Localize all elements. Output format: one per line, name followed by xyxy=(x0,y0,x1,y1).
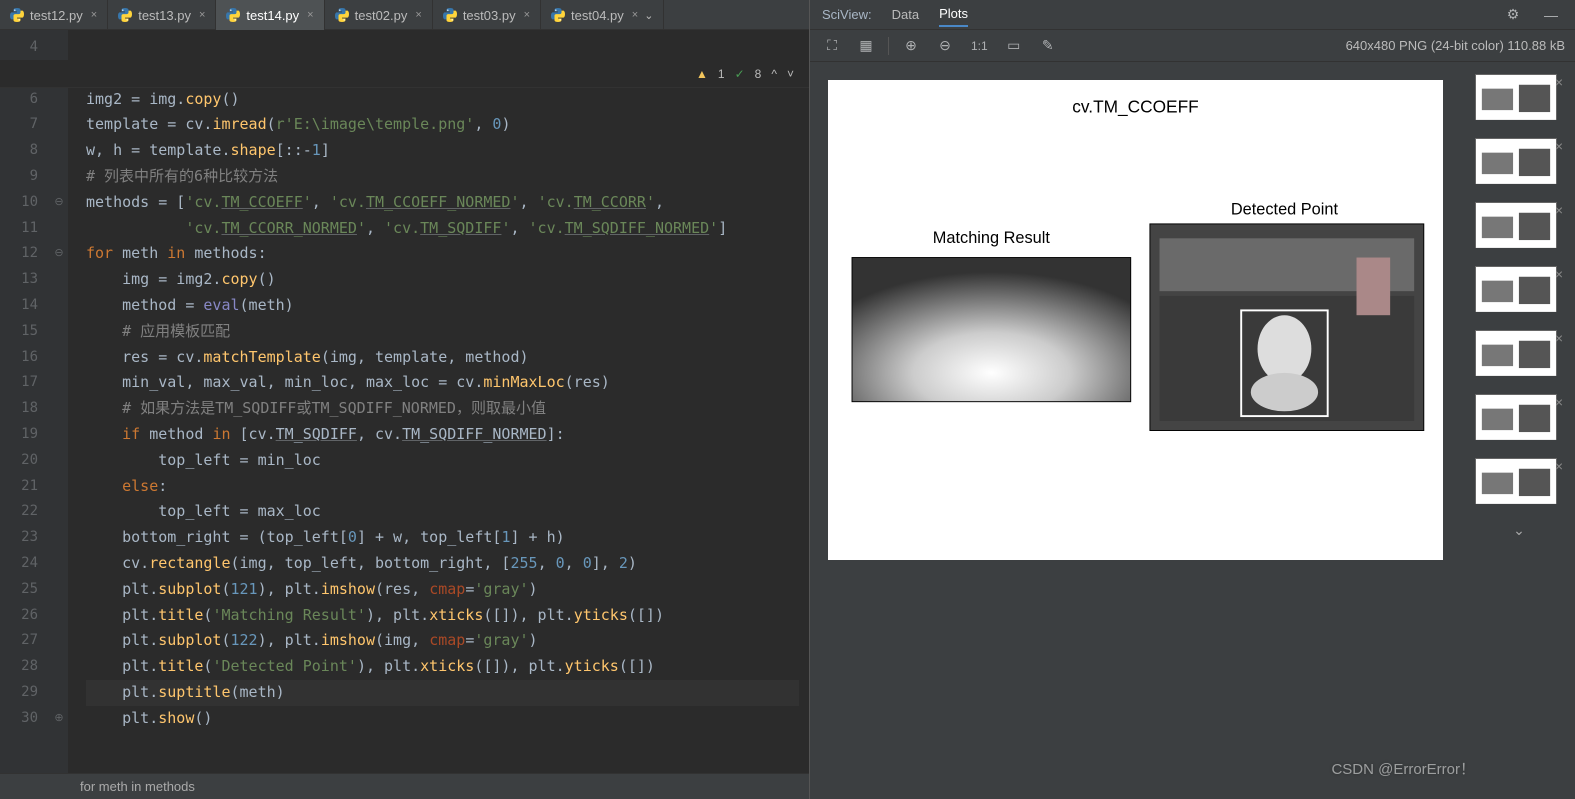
close-icon[interactable]: × xyxy=(415,9,421,21)
close-icon[interactable]: × xyxy=(1555,458,1563,474)
code-line[interactable]: 'cv.TM_CCORR_NORMED', 'cv.TM_SQDIFF', 'c… xyxy=(86,216,799,242)
sciview-label: SciView: xyxy=(822,7,872,22)
grid-icon[interactable]: ▦ xyxy=(854,34,878,58)
code-editor[interactable]: img = cv.imread(r'E:\image\test15.png', … xyxy=(68,30,809,773)
watermark: CSDN @ErrorError！ xyxy=(1331,758,1475,779)
plot-thumbnail[interactable] xyxy=(1475,394,1557,440)
close-icon[interactable]: × xyxy=(1555,394,1563,410)
code-line[interactable]: # 应用模板匹配 xyxy=(86,319,799,345)
code-line[interactable]: plt.show() xyxy=(86,706,799,732)
close-icon[interactable]: × xyxy=(199,9,205,21)
breadcrumbs-bar[interactable]: for meth in methods xyxy=(0,773,809,799)
close-icon[interactable]: × xyxy=(1555,266,1563,282)
code-line[interactable]: bottom_right = (top_left[0] + w, top_lef… xyxy=(86,525,799,551)
matching-result-image xyxy=(852,258,1131,402)
plot-viewport[interactable]: cv.TM_CCOEFF Matching Result Detected Po… xyxy=(810,62,1463,799)
rect-select-icon[interactable]: ▭ xyxy=(1002,34,1026,58)
tab-label: test02.py xyxy=(355,8,408,23)
editor-tab[interactable]: test12.py × xyxy=(0,0,108,30)
code-line[interactable]: plt.title('Detected Point'), plt.xticks(… xyxy=(86,654,799,680)
code-line[interactable]: top_left = max_loc xyxy=(86,499,799,525)
close-icon[interactable]: × xyxy=(91,9,97,21)
tab-label: test13.py xyxy=(138,8,191,23)
code-line[interactable]: top_left = min_loc xyxy=(86,448,799,474)
code-line[interactable]: plt.title('Matching Result'), plt.xticks… xyxy=(86,603,799,629)
close-icon[interactable]: × xyxy=(1555,74,1563,90)
close-icon[interactable]: × xyxy=(632,9,638,21)
code-line[interactable]: img = cv.imread(r'E:\image\test15.png', … xyxy=(86,61,799,87)
tab-label: test14.py xyxy=(246,8,299,23)
plot-right-title: Detected Point xyxy=(1231,200,1339,218)
code-line[interactable]: template = cv.imread(r'E:\image\temple.p… xyxy=(86,112,799,138)
code-line[interactable]: methods = ['cv.TM_CCOEFF', 'cv.TM_CCOEFF… xyxy=(86,190,799,216)
tab-label: test12.py xyxy=(30,8,83,23)
editor-tab[interactable]: test14.py × xyxy=(216,0,324,30)
plot-left-title: Matching Result xyxy=(933,229,1051,247)
editor-tab[interactable]: test03.py × xyxy=(433,0,541,30)
color-picker-icon[interactable]: ✎ xyxy=(1036,34,1060,58)
plot-thumbnail[interactable] xyxy=(1475,458,1557,504)
sciview-header: SciView: Data Plots ⚙ — xyxy=(810,0,1575,30)
editor-tab[interactable]: test13.py × xyxy=(108,0,216,30)
close-icon[interactable]: × xyxy=(524,9,530,21)
code-line[interactable]: min_val, max_val, min_loc, max_loc = cv.… xyxy=(86,370,799,396)
close-icon[interactable]: × xyxy=(1555,202,1563,218)
breadcrumb-item[interactable]: for meth in methods xyxy=(80,779,195,794)
editor-tab-bar: test12.py × test13.py × test14.py × test02.py ×… xyxy=(0,0,809,30)
code-line[interactable]: w, h = template.shape[::-1] xyxy=(86,138,799,164)
plot-thumbnail[interactable] xyxy=(1475,266,1557,312)
close-icon[interactable]: × xyxy=(1555,330,1563,346)
code-line[interactable]: cv.rectangle(img, top_left, bottom_right… xyxy=(86,551,799,577)
plot-canvas: cv.TM_CCOEFF Matching Result Detected Po… xyxy=(828,80,1443,560)
code-line[interactable] xyxy=(86,35,799,61)
zoom-in-icon[interactable]: ⊕ xyxy=(899,34,923,58)
code-line[interactable]: plt.subplot(121), plt.imshow(res, cmap='… xyxy=(86,577,799,603)
plot-thumbnail[interactable] xyxy=(1475,202,1557,248)
zoom-out-icon[interactable]: ⊖ xyxy=(933,34,957,58)
code-line[interactable]: else: xyxy=(86,474,799,500)
sciview-toolbar: ⛶ ▦ ⊕ ⊖ 1:1 ▭ ✎ 640x480 PNG (24-bit colo… xyxy=(810,30,1575,62)
editor-tab[interactable]: test02.py × xyxy=(325,0,433,30)
plot-thumbnail[interactable] xyxy=(1475,74,1557,120)
code-line[interactable]: plt.subplot(122), plt.imshow(img, cmap='… xyxy=(86,628,799,654)
tab-label: test04.py xyxy=(571,8,624,23)
code-line[interactable]: if method in [cv.TM_SQDIFF, cv.TM_SQDIFF… xyxy=(86,422,799,448)
code-line[interactable]: img2 = img.copy() xyxy=(86,87,799,113)
chevron-down-icon[interactable]: ⌄ xyxy=(644,9,653,22)
line-number-gutter: 4567891011121314151617181920212223242526… xyxy=(0,30,50,773)
fit-icon[interactable]: ⛶ xyxy=(820,34,844,58)
code-line[interactable]: for meth in methods: xyxy=(86,241,799,267)
code-line[interactable]: res = cv.matchTemplate(img, template, me… xyxy=(86,345,799,371)
fold-gutter: ⊖⊖⊕ xyxy=(50,30,68,773)
close-icon[interactable]: × xyxy=(1555,138,1563,154)
detected-point-image xyxy=(1150,224,1424,431)
plot-thumbnail[interactable] xyxy=(1475,138,1557,184)
code-line[interactable]: method = eval(meth) xyxy=(86,293,799,319)
chevron-down-icon[interactable]: ⌄ xyxy=(1471,522,1567,539)
editor-pane: test12.py × test13.py × test14.py × test02.py ×… xyxy=(0,0,810,799)
tab-label: test03.py xyxy=(463,8,516,23)
code-line[interactable]: plt.suptitle(meth) xyxy=(86,680,799,706)
plot-thumbnail[interactable] xyxy=(1475,330,1557,376)
code-line[interactable]: # 列表中所有的6种比较方法 xyxy=(86,164,799,190)
tab-data[interactable]: Data xyxy=(892,3,919,26)
minimize-icon[interactable]: — xyxy=(1539,3,1563,27)
gear-icon[interactable]: ⚙ xyxy=(1501,3,1525,27)
tab-plots[interactable]: Plots xyxy=(939,2,968,27)
code-line[interactable]: img = img2.copy() xyxy=(86,267,799,293)
plot-thumbnails: × × × × × × × ⌄ xyxy=(1463,62,1575,799)
one-to-one-button[interactable]: 1:1 xyxy=(967,34,992,58)
plot-suptitle: cv.TM_CCOEFF xyxy=(1072,96,1198,116)
code-line[interactable]: # 如果方法是TM_SQDIFF或TM_SQDIFF_NORMED，则取最小值 xyxy=(86,396,799,422)
close-icon[interactable]: × xyxy=(307,9,313,21)
image-info: 640x480 PNG (24-bit color) 110.88 kB xyxy=(1346,38,1565,53)
editor-tab[interactable]: test04.py × ⌄ xyxy=(541,0,664,30)
sciview-pane: SciView: Data Plots ⚙ — ⛶ ▦ ⊕ ⊖ 1:1 ▭ ✎ … xyxy=(810,0,1575,799)
